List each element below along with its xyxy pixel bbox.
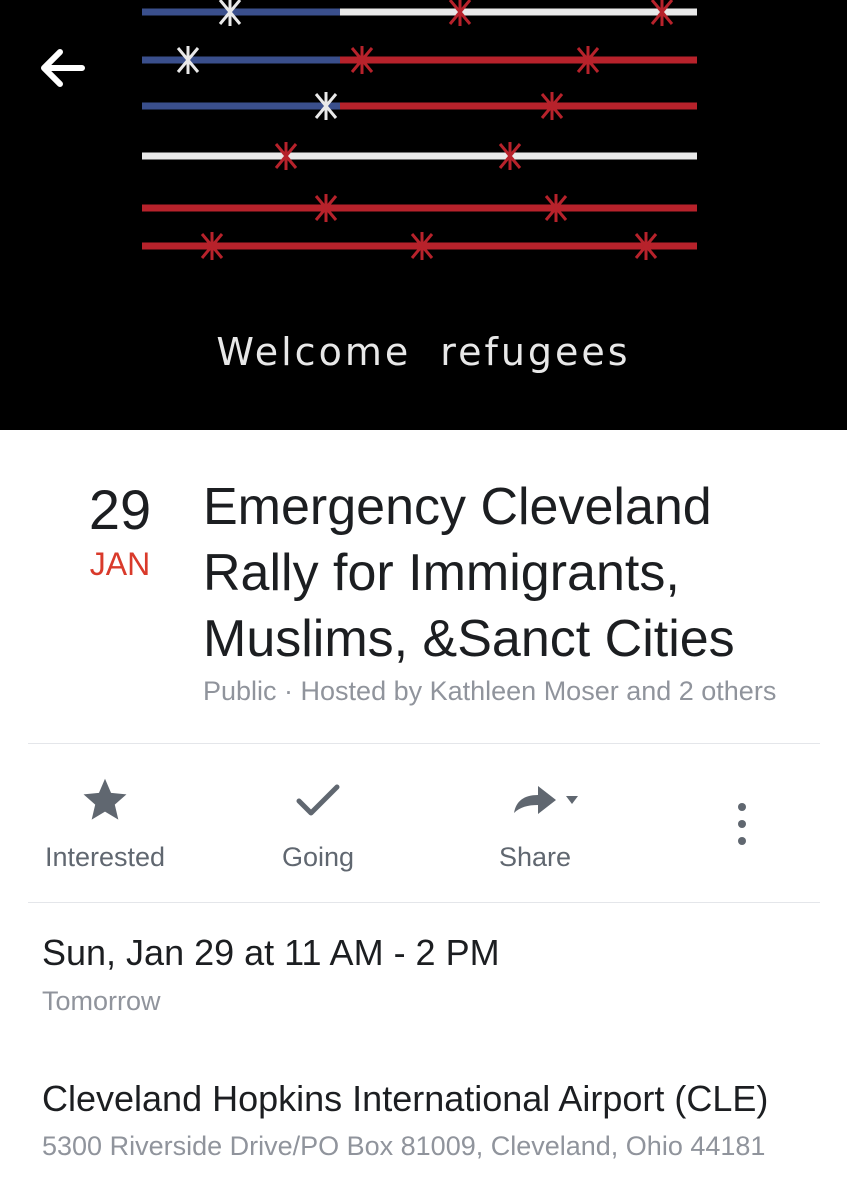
event-host-info[interactable]: Public · Hosted by Kathleen Moser and 2 … bbox=[203, 676, 776, 707]
event-address: 5300 Riverside Drive/PO Box 81009, Cleve… bbox=[42, 1131, 766, 1161]
event-actions: Interested Going Share bbox=[0, 770, 847, 880]
event-title-line: Emergency Cleveland bbox=[203, 478, 712, 536]
star-icon bbox=[83, 778, 127, 820]
more-vertical-icon bbox=[738, 803, 746, 845]
going-button[interactable]: Going bbox=[268, 770, 368, 873]
interested-button[interactable]: Interested bbox=[40, 770, 170, 873]
arrow-left-icon bbox=[41, 49, 85, 87]
event-location[interactable]: Cleveland Hopkins International Airport … bbox=[42, 1078, 768, 1120]
divider bbox=[28, 902, 820, 903]
check-icon bbox=[296, 784, 340, 816]
back-button[interactable] bbox=[38, 46, 90, 90]
going-label: Going bbox=[281, 842, 355, 872]
event-title-line: Rally for Immigrants, bbox=[203, 544, 680, 602]
event-date: 29 JAN bbox=[70, 478, 170, 584]
chevron-down-icon bbox=[566, 796, 578, 804]
share-label: Share bbox=[498, 842, 572, 872]
interested-label: Interested bbox=[44, 842, 166, 872]
event-time-relative: Tomorrow bbox=[42, 986, 161, 1016]
cover-caption: Welcome refugees bbox=[216, 330, 631, 374]
share-button[interactable]: Share bbox=[480, 770, 590, 873]
event-cover-image: Welcome refugees bbox=[0, 0, 847, 430]
event-title-line: Muslims, &Sanct Cities bbox=[203, 610, 735, 668]
event-month: JAN bbox=[89, 546, 151, 582]
event-time[interactable]: Sun, Jan 29 at 11 AM - 2 PM bbox=[42, 932, 500, 974]
event-title: Emergency Cleveland Rally for Immigrants… bbox=[203, 474, 833, 672]
share-arrow-icon bbox=[514, 786, 578, 814]
divider bbox=[28, 743, 820, 744]
more-options-button[interactable] bbox=[722, 800, 762, 850]
event-day: 29 bbox=[88, 478, 152, 541]
